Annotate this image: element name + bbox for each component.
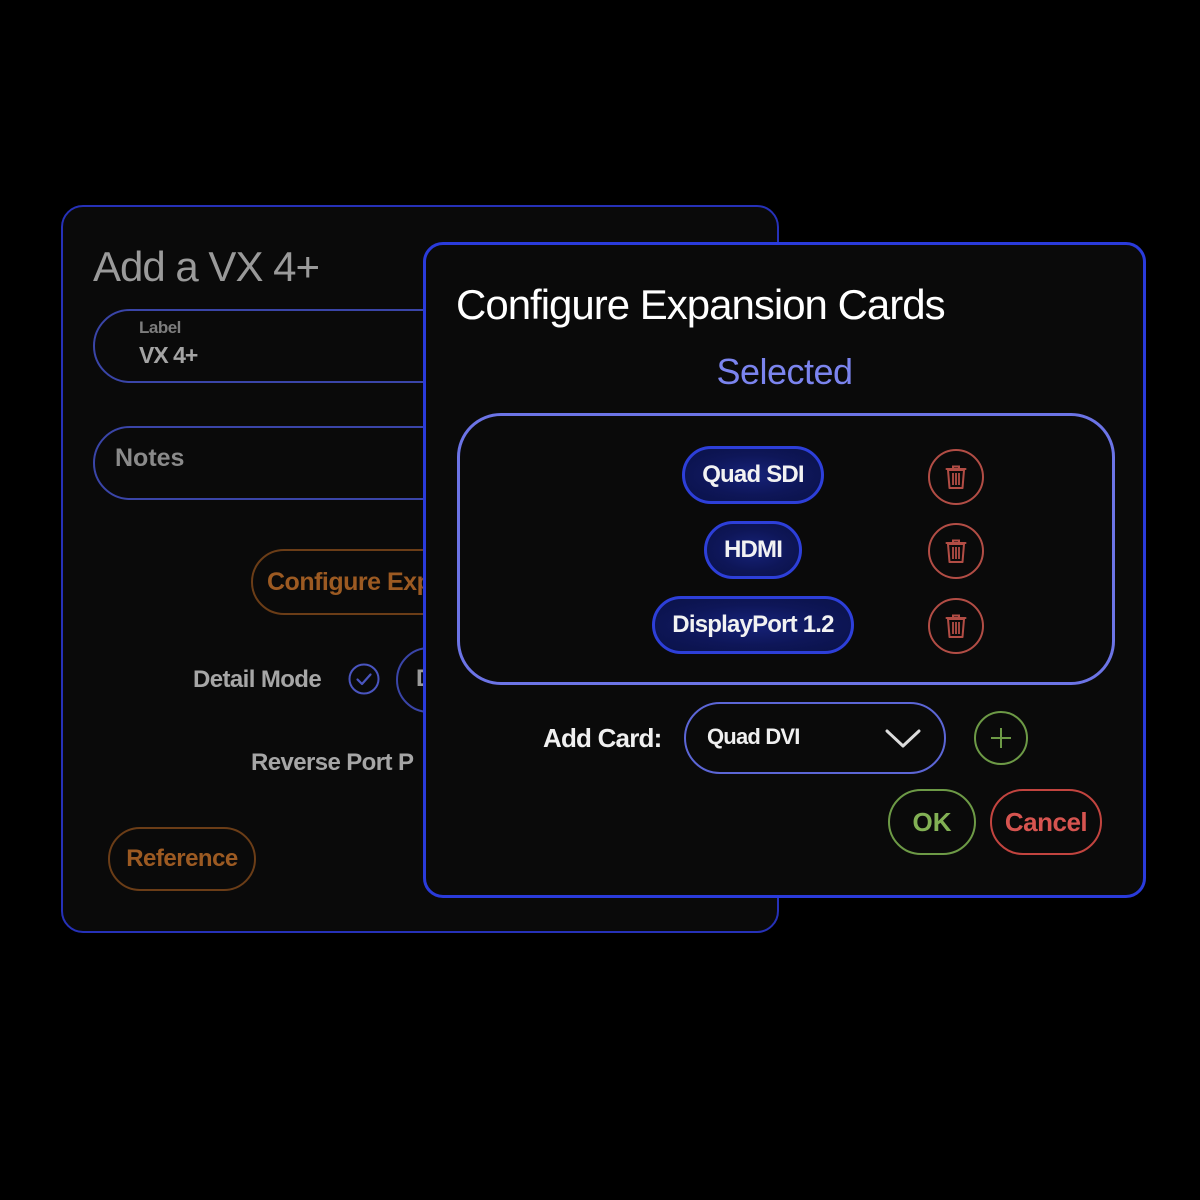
trash-icon [945, 465, 967, 489]
add-card-select[interactable]: Quad DVI [684, 702, 946, 774]
card-label: HDMI [723, 536, 783, 563]
add-card-button[interactable] [974, 711, 1028, 765]
detail-mode-label: Detail Mode [193, 666, 322, 693]
cancel-button[interactable]: Cancel [990, 789, 1102, 855]
selected-cards-list: Quad SDI HDMI DisplayPort 1.2 [457, 413, 1115, 685]
reference-button[interactable]: Reference [108, 827, 256, 891]
dialog-title: Configure Expansion Cards [456, 281, 946, 328]
label-field-value: VX 4+ [139, 342, 198, 368]
plus-icon [991, 728, 1011, 748]
delete-card-button[interactable] [928, 449, 984, 505]
add-card-label: Add Card: [543, 723, 662, 753]
selected-card-chip[interactable]: Quad SDI [682, 446, 824, 504]
trash-icon [945, 614, 967, 638]
trash-icon [945, 539, 967, 563]
reverse-port-label: Reverse Port P [251, 749, 414, 776]
dialog-title: Add a VX 4+ [93, 243, 320, 290]
delete-card-button[interactable] [928, 523, 984, 579]
notes-placeholder: Notes [115, 444, 185, 472]
ok-button-label: OK [912, 806, 952, 837]
delete-card-button[interactable] [928, 598, 984, 654]
selected-card-chip[interactable]: DisplayPort 1.2 [652, 596, 854, 654]
screen: Add a VX 4+ Label VX 4+ Notes Configure … [0, 0, 1200, 1200]
reference-button-label: Reference [126, 845, 238, 872]
selected-heading: Selected [716, 351, 853, 392]
chevron-down-icon [885, 729, 921, 748]
card-label: Quad SDI [702, 461, 804, 488]
cancel-button-label: Cancel [1004, 806, 1088, 837]
ok-button[interactable]: OK [888, 789, 976, 855]
card-label: DisplayPort 1.2 [672, 611, 834, 638]
configure-expansion-cards-dialog: Configure Expansion Cards Selected Quad … [423, 242, 1146, 898]
label-field-label: Label [139, 318, 181, 337]
selected-card-chip[interactable]: HDMI [704, 521, 802, 579]
add-card-selected-value: Quad DVI [707, 724, 800, 749]
check-circle-icon[interactable] [348, 663, 380, 695]
